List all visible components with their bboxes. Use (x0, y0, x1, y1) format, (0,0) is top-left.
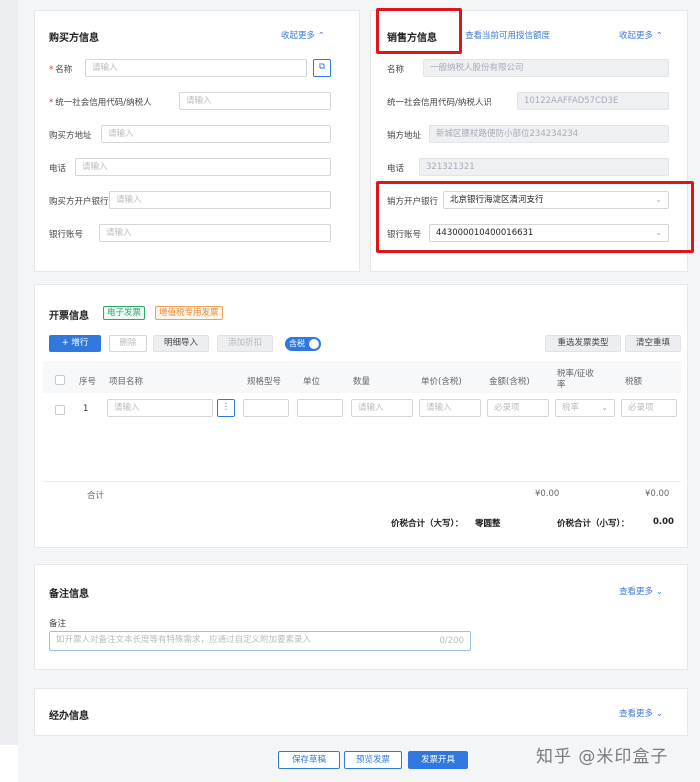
quantity-input[interactable]: 请输入 (351, 399, 413, 417)
list-icon: ⋮ (221, 402, 231, 412)
zhihu-watermark: 知乎 @米印盒子 (536, 747, 669, 767)
buyer-collapse-link[interactable]: 收起更多 ⌃ (281, 29, 325, 41)
invoice-info-title: 开票信息 (49, 311, 89, 322)
remarks-textarea[interactable]: 如开票人对备注文本长度等有特殊需求，应通过自定义附加要素录入 0/200 (49, 631, 471, 651)
buyer-tax-id-label: * 统一社会信用代码/纳税人 (49, 98, 152, 108)
select-all-checkbox[interactable] (55, 375, 65, 385)
clear-all-button[interactable]: 清空重填 (625, 335, 681, 352)
seller-tax-id-input: 10122AAFFAD57CD3E (517, 92, 669, 110)
seller-quota-link[interactable]: 查看当前可用授信额度 (465, 29, 550, 41)
reselect-invoice-type-button[interactable]: 重选发票类型 (545, 335, 621, 352)
remarks-more-link[interactable]: 查看更多 ⌄ (619, 585, 663, 597)
save-draft-button[interactable]: 保存草稿 (278, 751, 340, 769)
left-sidebar-strip (0, 0, 18, 745)
remarks-card: 备注信息 查看更多 ⌄ 备注 如开票人对备注文本长度等有特殊需求，应通过自定义附… (34, 564, 688, 670)
col-quantity: 数量 (353, 377, 371, 387)
total-upper-value: 零圆整 (475, 519, 501, 529)
handler-more-link[interactable]: 查看更多 ⌄ (619, 707, 663, 719)
subtotal-label: 合计 (87, 491, 105, 501)
item-lookup-button[interactable]: ⋮ (217, 399, 235, 417)
add-discount-button[interactable]: 添加折扣 (217, 335, 273, 352)
seller-name-input: 一般纳税人股份有限公司 (423, 59, 669, 77)
seller-address-label: 销方地址 (387, 131, 422, 141)
seller-collapse-link[interactable]: 收起更多 ⌃ (619, 29, 663, 41)
seller-phone-label: 电话 (387, 164, 405, 174)
col-unit: 单位 (303, 377, 321, 387)
amount-input[interactable]: 必录项 (487, 399, 549, 417)
row-checkbox[interactable] (55, 405, 65, 415)
buyer-phone-label: 电话 (49, 164, 67, 174)
col-unit-price: 单价(含税) (421, 377, 462, 387)
toggle-knob (309, 339, 319, 349)
buyer-account-label: 银行账号 (49, 230, 84, 240)
col-item-name: 项目名称 (109, 377, 144, 387)
tax-inclusive-toggle[interactable]: 含税 (285, 337, 321, 351)
electronic-invoice-tag: 电子发票 (103, 306, 146, 320)
invoice-info-card: 开票信息 电子发票 增值税专用发票 + 增行 删除 明细导入 添加折扣 含税 重… (34, 284, 688, 548)
col-amount: 金额(含税) (489, 377, 530, 387)
item-name-input[interactable]: 请输入 (107, 399, 213, 417)
buyer-info-title: 购买方信息 (49, 33, 99, 44)
seller-name-label: 名称 (387, 65, 405, 75)
spec-input[interactable] (243, 399, 289, 417)
add-row-button[interactable]: + 增行 (49, 335, 101, 352)
remarks-title: 备注信息 (49, 589, 89, 600)
annotation-box-seller-bank (376, 181, 694, 253)
buyer-phone-input[interactable]: 请输入 (75, 158, 331, 176)
tax-input[interactable]: 必录项 (621, 399, 677, 417)
total-lower-label: 价税合计（小写）： (557, 519, 630, 529)
annotation-box-seller-title (376, 8, 462, 54)
subtotal-row (43, 481, 681, 503)
remarks-counter: 0/200 (439, 636, 465, 646)
col-tax-rate: 税率/征收率 (557, 369, 594, 390)
buyer-bank-label: 购买方开户银行 (49, 197, 109, 207)
tax-inclusive-label: 含税 (289, 339, 305, 348)
subtotal-tax: ¥0.00 (645, 489, 670, 499)
preview-invoice-button[interactable]: 预览发票 (344, 751, 402, 769)
seller-tax-id-label: 统一社会信用代码/纳税人识 (387, 98, 492, 108)
total-upper-label: 价税合计（大写）： (391, 519, 464, 529)
seller-phone-input: 321321321 (419, 158, 669, 176)
buyer-bank-input[interactable]: 请输入 (109, 191, 331, 209)
issue-invoice-button[interactable]: 发票开具 (408, 751, 468, 769)
copy-icon: ⧉ (318, 62, 326, 72)
tax-rate-select[interactable]: 税率 ⌄ (555, 399, 615, 417)
buyer-address-input[interactable]: 请输入 (101, 125, 331, 143)
buyer-lookup-button[interactable]: ⧉ (313, 59, 331, 77)
remarks-field-label: 备注 (49, 619, 67, 629)
col-spec: 规格型号 (247, 377, 282, 387)
seller-address-input: 新城区腰杖路便防小部位234234234 (429, 125, 669, 143)
buyer-name-label: * 名称 (49, 65, 73, 75)
buyer-info-card: 购买方信息 收起更多 ⌃ * 名称 请输入 ⧉ * 统一社会信用代码/纳税人 请输入… (34, 10, 360, 272)
col-index: 序号 (79, 377, 97, 387)
unit-input[interactable] (297, 399, 343, 417)
handler-card: 经办信息 查看更多 ⌄ (34, 688, 688, 736)
subtotal-amount: ¥0.00 (535, 489, 560, 499)
import-details-button[interactable]: 明细导入 (153, 335, 209, 352)
buyer-address-label: 购买方地址 (49, 131, 92, 141)
special-invoice-tag: 增值税专用发票 (155, 306, 223, 320)
buyer-name-input[interactable]: 请输入 (85, 59, 307, 77)
buyer-account-input[interactable]: 请输入 (99, 224, 331, 242)
total-lower-value: 0.00 (653, 517, 674, 527)
row-index: 1 (83, 404, 89, 414)
handler-title: 经办信息 (49, 711, 89, 722)
unit-price-input[interactable]: 请输入 (419, 399, 481, 417)
chevron-down-icon: ⌄ (601, 403, 608, 412)
buyer-tax-id-input[interactable]: 请输入 (179, 92, 331, 110)
delete-row-button[interactable]: 删除 (109, 335, 147, 352)
col-tax: 税额 (625, 377, 643, 387)
